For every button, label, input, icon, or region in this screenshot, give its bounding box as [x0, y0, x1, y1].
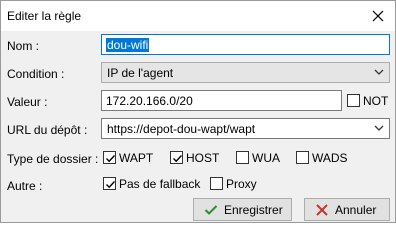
autre-label: Autre :	[7, 179, 43, 193]
nom-label: Nom :	[7, 39, 40, 53]
save-label: Enregistrer	[224, 203, 283, 217]
save-button[interactable]: Enregistrer	[193, 198, 292, 221]
valeur-label: Valeur :	[7, 95, 48, 109]
nom-value: dou-wifi	[106, 38, 150, 52]
cross-icon	[316, 204, 328, 216]
url-label: URL du dépôt :	[7, 123, 88, 137]
wapt-label: WAPT	[119, 151, 154, 165]
check-icon	[204, 205, 218, 215]
cancel-label: Annuler	[335, 203, 377, 217]
url-select[interactable]: https://depot-dou-wapt/wapt	[101, 118, 390, 139]
wua-checkbox[interactable]	[236, 151, 249, 164]
host-label: HOST	[186, 151, 220, 165]
chevron-down-icon	[374, 125, 384, 131]
dialog-title: Editer la règle	[7, 9, 82, 23]
check-icon	[106, 155, 116, 163]
pas-de-fallback-checkbox[interactable]	[103, 177, 116, 190]
edit-rule-dialog: Editer la règle Nom : dou-wifi Condition…	[0, 0, 396, 223]
condition-value: IP de l'agent	[107, 66, 174, 80]
not-checkbox[interactable]	[347, 94, 360, 107]
wua-label: WUA	[252, 151, 280, 165]
valeur-value: 172.20.166.0/20	[106, 94, 193, 108]
close-icon[interactable]	[367, 5, 389, 27]
type-dossier-label: Type de dossier :	[7, 152, 99, 166]
condition-label: Condition :	[7, 67, 65, 81]
nom-input[interactable]: dou-wifi	[101, 34, 390, 55]
pas-de-fallback-label: Pas de fallback	[119, 177, 201, 191]
chevron-down-icon	[374, 69, 384, 75]
proxy-checkbox[interactable]	[210, 177, 223, 190]
wads-checkbox[interactable]	[296, 151, 309, 164]
host-checkbox[interactable]	[170, 151, 183, 164]
proxy-label: Proxy	[226, 177, 257, 191]
wads-label: WADS	[312, 151, 348, 165]
url-value: https://depot-dou-wapt/wapt	[107, 122, 256, 136]
valeur-input[interactable]: 172.20.166.0/20	[101, 90, 342, 111]
cancel-button[interactable]: Annuler	[304, 198, 390, 221]
title-bar: Editer la règle	[1, 1, 395, 31]
check-icon	[173, 155, 183, 163]
wapt-checkbox[interactable]	[103, 151, 116, 164]
not-label: NOT	[363, 94, 389, 108]
check-icon	[106, 181, 116, 189]
condition-select[interactable]: IP de l'agent	[101, 62, 390, 83]
